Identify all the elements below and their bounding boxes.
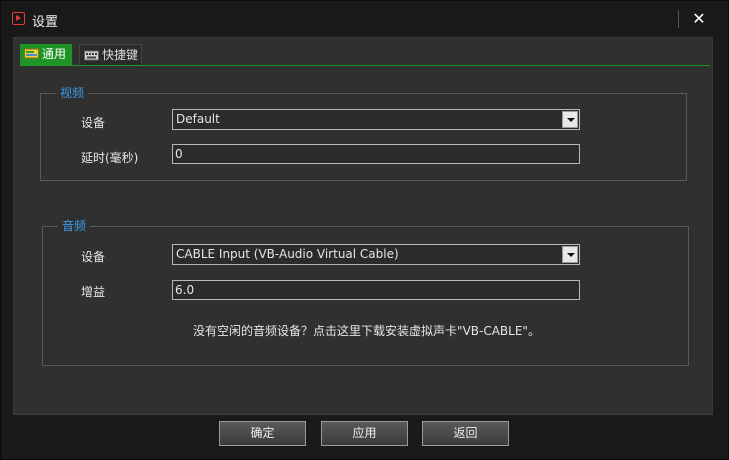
- tab-hotkey[interactable]: 快捷键: [79, 44, 142, 65]
- video-delay-label: 延时(毫秒): [81, 151, 139, 165]
- audio-gain-label: 增益: [81, 285, 106, 299]
- vb-cable-download-link[interactable]: 没有空闲的音频设备？点击这里下载安装虚拟声卡"VB-CABLE"。: [43, 322, 690, 339]
- title-bar[interactable]: 设置 ✕: [1, 1, 728, 35]
- ok-button[interactable]: 确定: [219, 421, 306, 446]
- video-device-label: 设备: [81, 116, 106, 130]
- audio-device-label: 设备: [81, 250, 106, 264]
- settings-window: 设置 ✕ 通用 快捷键 视频 设备 Default 延时(毫秒) 0 音频 设备…: [0, 0, 729, 460]
- tab-underline: [20, 65, 710, 66]
- tab-general-label: 通用: [42, 47, 67, 61]
- close-button[interactable]: ✕: [686, 7, 712, 31]
- audio-group: 音频 设备 CABLE Input (VB-Audio Virtual Cabl…: [42, 219, 690, 366]
- title-separator: [678, 10, 679, 28]
- audio-gain-input[interactable]: 6.0: [172, 280, 580, 300]
- video-group: 视频 设备 Default 延时(毫秒) 0: [40, 86, 687, 181]
- apply-button[interactable]: 应用: [321, 421, 408, 446]
- chevron-down-icon[interactable]: [562, 111, 578, 128]
- video-delay-input[interactable]: 0: [172, 144, 580, 164]
- video-device-value: Default: [176, 112, 220, 126]
- app-logo-icon: [12, 12, 25, 25]
- audio-device-value: CABLE Input (VB-Audio Virtual Cable): [176, 247, 399, 261]
- tab-hotkey-label: 快捷键: [102, 48, 139, 62]
- general-settings-icon: [24, 48, 39, 59]
- video-legend: 视频: [56, 86, 89, 100]
- close-icon: ✕: [692, 9, 706, 28]
- back-button[interactable]: 返回: [422, 421, 509, 446]
- window-title: 设置: [32, 15, 59, 30]
- chevron-down-icon[interactable]: [562, 246, 578, 263]
- keyboard-icon: [84, 50, 99, 61]
- audio-gain-value: 6.0: [175, 283, 195, 297]
- video-delay-value: 0: [175, 147, 183, 161]
- audio-legend: 音频: [58, 219, 91, 233]
- tab-general[interactable]: 通用: [20, 44, 72, 65]
- audio-device-select[interactable]: CABLE Input (VB-Audio Virtual Cable): [172, 244, 580, 265]
- settings-panel: 通用 快捷键 视频 设备 Default 延时(毫秒) 0 音频 设备 CABL…: [13, 37, 713, 415]
- video-device-select[interactable]: Default: [172, 109, 580, 130]
